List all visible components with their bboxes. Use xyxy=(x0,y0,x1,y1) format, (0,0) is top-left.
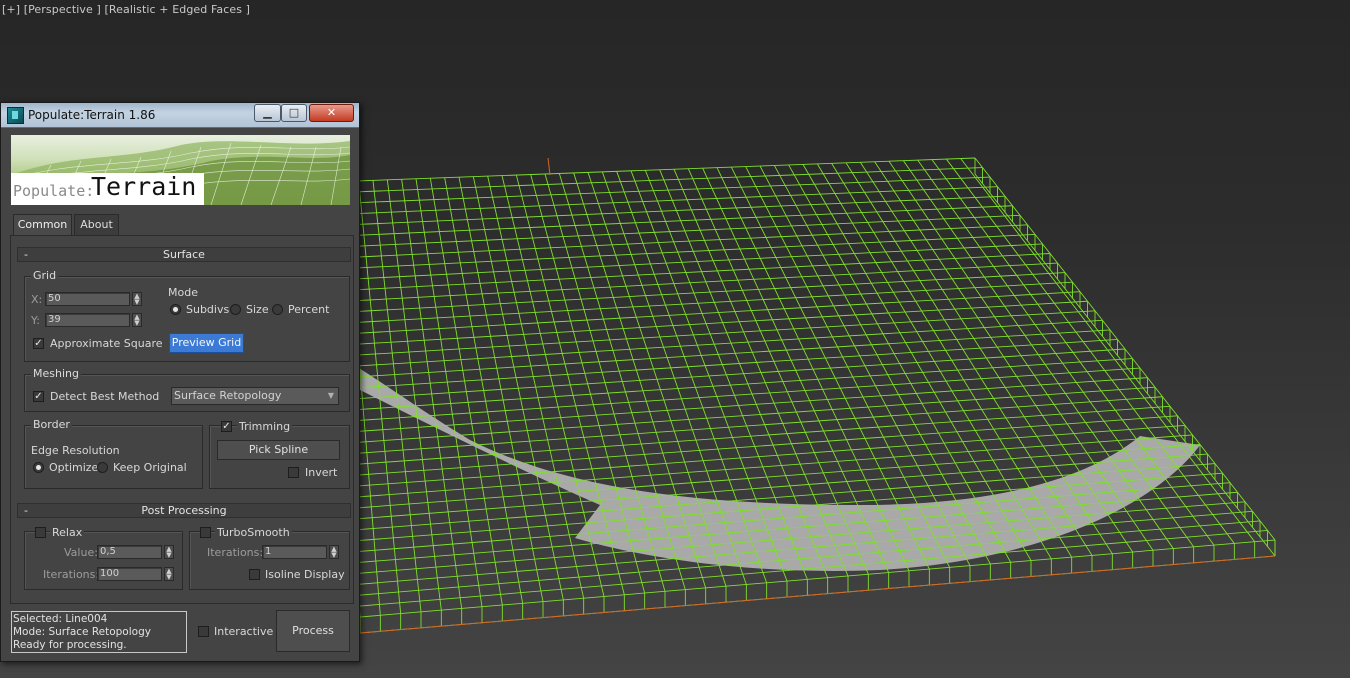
x-label: X: xyxy=(31,293,43,306)
mode-percent-label: Percent xyxy=(288,303,330,316)
post-processing-rollout-header[interactable]: - Post Processing xyxy=(17,503,351,518)
pick-spline-button[interactable]: Pick Spline xyxy=(217,440,340,460)
interactive-label: Interactive xyxy=(214,625,274,638)
relax-value-spinner[interactable]: ▲ ▼ xyxy=(164,545,174,559)
meshing-method-dropdown[interactable]: Surface Retopology ▼ xyxy=(171,387,339,405)
turbosmooth-group xyxy=(189,531,350,590)
border-group-label: Border xyxy=(31,418,72,431)
post-processing-rollout-title: Post Processing xyxy=(141,504,227,517)
turbosmooth-label: TurboSmooth xyxy=(215,526,292,539)
meshing-method-value: Surface Retopology xyxy=(174,389,282,402)
isoline-display-label: Isoline Display xyxy=(265,568,345,581)
optimize-label: Optimize xyxy=(49,461,99,474)
detect-best-method-label: Detect Best Method xyxy=(50,390,160,403)
grid-x-input[interactable]: 50 xyxy=(45,292,130,306)
tab-common[interactable]: Common xyxy=(13,214,72,236)
y-label: Y: xyxy=(31,314,40,327)
collapse-toggle-icon[interactable]: - xyxy=(24,248,28,261)
window-title: Populate:Terrain 1.86 xyxy=(28,108,156,122)
app-icon xyxy=(7,107,24,124)
optimize-radio[interactable] xyxy=(33,462,44,473)
keep-original-radio[interactable] xyxy=(97,462,108,473)
turbosmooth-iterations-spinner[interactable]: ▲ ▼ xyxy=(329,545,339,559)
invert-checkbox[interactable] xyxy=(288,467,299,478)
surface-rollout-title: Surface xyxy=(163,248,205,261)
banner-brand-text: Populate: xyxy=(13,182,95,200)
interactive-checkbox[interactable] xyxy=(198,626,209,637)
preview-grid-button[interactable]: Preview Grid xyxy=(169,333,244,353)
grid-x-spinner[interactable]: ▲ ▼ xyxy=(132,292,142,306)
banner-product-text: Terrain xyxy=(91,172,197,201)
trimming-checkbox[interactable]: ✓ xyxy=(221,421,232,432)
turbosmooth-checkbox[interactable] xyxy=(200,527,211,538)
relax-value-label: Value: xyxy=(64,546,98,559)
mode-percent-radio[interactable] xyxy=(272,304,283,315)
relax-iterations-input[interactable]: 100 xyxy=(97,567,162,581)
meshing-group-label: Meshing xyxy=(31,367,81,380)
process-button[interactable]: Process xyxy=(276,610,350,652)
grid-y-spinner[interactable]: ▲ ▼ xyxy=(132,313,142,327)
relax-group xyxy=(24,531,183,590)
maximize-button[interactable]: □ xyxy=(281,104,307,122)
turbosmooth-iterations-input[interactable]: 1 xyxy=(262,545,327,559)
close-button[interactable]: ✕ xyxy=(309,104,354,122)
relax-value-input[interactable]: 0,5 xyxy=(97,545,162,559)
mode-subdivs-radio[interactable] xyxy=(170,304,181,315)
tab-about[interactable]: About xyxy=(74,214,119,236)
status-box: Selected: Line004 Mode: Surface Retopolo… xyxy=(11,611,187,653)
populate-terrain-dialog: Populate:Terrain 1.86 ▁ □ ✕ Populate: Te… xyxy=(0,102,360,662)
isoline-display-checkbox[interactable] xyxy=(249,569,260,580)
approximate-square-checkbox[interactable]: ✓ xyxy=(33,338,44,349)
viewport-label[interactable]: [+] [Perspective ] [Realistic + Edged Fa… xyxy=(2,3,250,16)
banner-image: Populate: Terrain xyxy=(11,135,350,205)
status-ready: Ready for processing. xyxy=(13,639,127,651)
relax-checkbox[interactable] xyxy=(35,527,46,538)
keep-original-label: Keep Original xyxy=(113,461,187,474)
border-group: Border xyxy=(24,418,203,489)
status-mode: Mode: Surface Retopology xyxy=(13,626,151,638)
grid-y-input[interactable]: 39 xyxy=(45,313,130,327)
relax-iterations-spinner[interactable]: ▲ ▼ xyxy=(164,567,174,581)
relax-iterations-label: Iterations: xyxy=(43,568,100,581)
mode-subdivs-label: Subdivs xyxy=(186,303,230,316)
title-bar[interactable]: Populate:Terrain 1.86 ▁ □ ✕ xyxy=(1,103,359,128)
trimming-label: Trimming xyxy=(237,420,293,433)
edge-resolution-label: Edge Resolution xyxy=(31,444,120,457)
mode-size-radio[interactable] xyxy=(230,304,241,315)
mode-size-label: Size xyxy=(246,303,269,316)
surface-rollout-header[interactable]: - Surface xyxy=(17,247,351,262)
turbosmooth-iterations-label: Iterations: xyxy=(207,546,264,559)
chevron-down-icon: ▼ xyxy=(327,391,334,400)
mode-label: Mode xyxy=(168,286,198,299)
collapse-toggle-icon[interactable]: - xyxy=(24,504,28,517)
status-selected: Selected: Line004 xyxy=(13,613,108,625)
minimize-button[interactable]: ▁ xyxy=(254,104,281,122)
detect-best-method-checkbox[interactable]: ✓ xyxy=(33,391,44,402)
approximate-square-label: Approximate Square xyxy=(50,337,163,350)
invert-label: Invert xyxy=(305,466,338,479)
relax-label: Relax xyxy=(50,526,85,539)
grid-group-label: Grid xyxy=(31,269,59,282)
